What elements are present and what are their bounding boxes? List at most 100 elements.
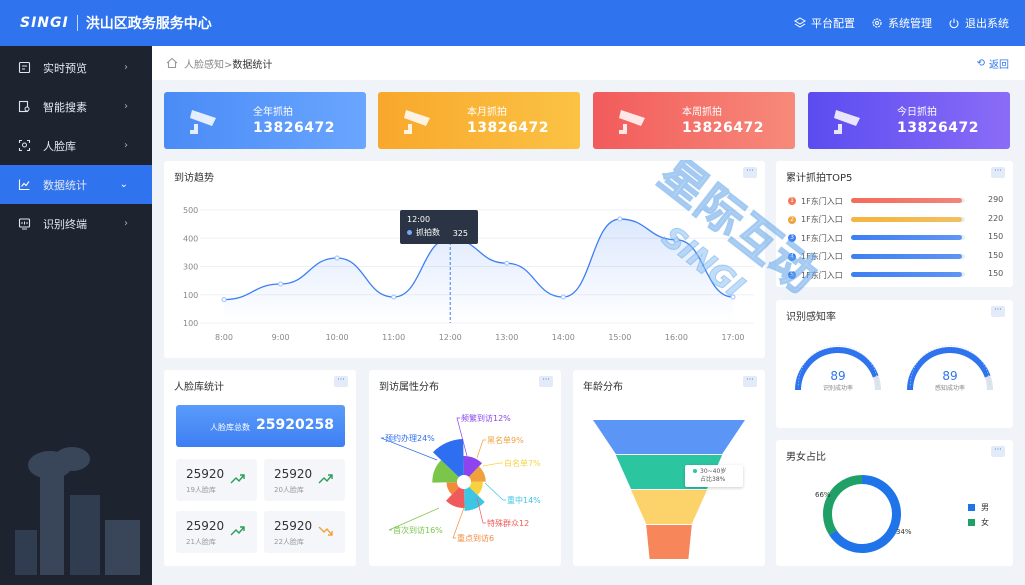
top5-row: 3 1F东门入口 150 (788, 232, 1008, 244)
funnel-segment[interactable] (593, 420, 745, 454)
data-point[interactable] (673, 237, 679, 243)
camera-icon (190, 110, 216, 134)
top5-row: 4 1F东门入口 150 (788, 251, 1008, 263)
top5-value: 290 (988, 195, 1004, 204)
data-point[interactable] (617, 216, 623, 222)
cell-value: 25920 (186, 519, 225, 533)
legend-swatch (968, 504, 975, 511)
sidebar: 实时预览 › 智能搜素 › 人脸库 › 数据统计 ⌄ 识别终端 › (0, 46, 152, 585)
bar-fill (851, 216, 962, 222)
y-tick-label: 400 (183, 234, 198, 243)
data-point[interactable] (278, 281, 284, 287)
logo-divider (76, 15, 78, 31)
cell-value: 25920 (274, 519, 313, 533)
city-skyline-illustration (15, 447, 140, 575)
stat-card-year: 全年抓拍 13826472 (164, 92, 366, 149)
camera-icon (404, 110, 430, 134)
funnel-segment[interactable] (646, 525, 692, 559)
data-point[interactable] (391, 294, 397, 300)
stat-card-week: 本周抓拍 13826472 (593, 92, 795, 149)
platform-config-button[interactable]: 平台配置 (794, 15, 855, 31)
more-options-button[interactable]: ··· (991, 167, 1005, 178)
top5-label: 1F东门入口 (801, 233, 843, 243)
top5-value: 220 (988, 213, 1004, 223)
sidebar-item-terminal[interactable]: 识别终端 › (0, 204, 152, 243)
sidebar-item-statistics[interactable]: 数据统计 ⌄ (0, 165, 152, 204)
legend-female: 女 (968, 517, 989, 528)
data-point[interactable] (730, 294, 736, 300)
stat-value: 13826472 (467, 120, 549, 136)
bar-track (851, 198, 965, 203)
data-point[interactable] (504, 260, 510, 266)
legend-label: 女 (981, 518, 989, 527)
trend-up-icon (230, 526, 245, 536)
cell-value: 25920 (274, 467, 313, 481)
top5-row: 1 1F东门入口 290 (788, 195, 1008, 207)
logout-button[interactable]: 退出系统 (948, 15, 1009, 31)
tooltip-value: 325 (452, 229, 468, 238)
system-manage-button[interactable]: 系统管理 (871, 15, 932, 31)
x-tick-label: 13:00 (495, 333, 518, 342)
stat-value: 13826472 (897, 120, 979, 136)
bar-fill (851, 253, 962, 259)
label-leader-line (484, 482, 506, 501)
data-point[interactable] (334, 255, 340, 261)
funnel-segment[interactable] (631, 490, 707, 524)
legend-male: 男 (968, 502, 989, 513)
data-point[interactable] (560, 294, 566, 300)
top-actions: 平台配置 系统管理 退出系统 (794, 0, 1009, 46)
breadcrumb-current: 数据统计 (232, 59, 273, 71)
home-icon[interactable] (166, 57, 178, 69)
face-library-cell[interactable]: 25920 22人脸库 (264, 511, 345, 553)
brand-logo: SINGI (20, 15, 69, 31)
more-options-button[interactable]: ··· (334, 376, 348, 387)
male-percent-label: 66% (815, 491, 831, 499)
camera-icon (619, 110, 645, 134)
app-title: 洪山区政务服务中心 (85, 16, 212, 32)
top5-label: 1F东门入口 (801, 196, 843, 206)
top5-value: 150 (988, 232, 1004, 241)
trend-down-icon (318, 526, 333, 536)
rank-badge: 1 (788, 197, 796, 205)
chevron-right-icon: › (124, 101, 128, 112)
recognition-gauges: 89识别成功率89感知成功率 (795, 345, 993, 392)
donut-slice[interactable] (823, 475, 862, 535)
rank-badge: 2 (788, 215, 796, 224)
funnel-tooltip: 30~40岁 占比38% (685, 465, 743, 487)
sidebar-item-preview[interactable]: 实时预览 › (0, 48, 152, 87)
rank-badge: 3 (788, 234, 796, 242)
stat-label: 今日抓拍 (897, 107, 937, 118)
face-total-card: 人脸库总数 25920258 (176, 405, 345, 447)
cell-label: 19人脸库 (186, 486, 216, 494)
sidebar-item-search[interactable]: 智能搜素 › (0, 87, 152, 126)
bar-track (851, 216, 965, 222)
x-tick-label: 8:00 (215, 333, 233, 342)
tooltip-age-value: 占比38% (700, 476, 726, 483)
gear-icon (872, 18, 882, 28)
attributes-rose-chart: 频繁到访12% 黑名单9% 白名单7% 重中14% 特殊群众12 重点到访6 首次到访16%… (380, 413, 541, 543)
x-tick-label: 9:00 (272, 333, 290, 342)
sidebar-item-face-library[interactable]: 人脸库 › (0, 126, 152, 165)
face-library-cell[interactable]: 25920 19人脸库 (176, 459, 257, 501)
panel-title: 累计抓拍TOP5 (786, 173, 853, 184)
stat-label: 全年抓拍 (253, 107, 293, 118)
back-button[interactable]: ⟲ 返回 (977, 46, 1009, 80)
y-tick-label: 500 (183, 206, 198, 215)
chevron-right-icon: › (124, 62, 128, 73)
stat-card-month: 本月抓拍 13826472 (378, 92, 580, 149)
stat-label: 本周抓拍 (682, 107, 722, 118)
face-library-cell[interactable]: 25920 21人脸库 (176, 511, 257, 553)
breadcrumb-parent[interactable]: 人脸感知> (184, 56, 232, 71)
top5-label: 1F东门入口 (801, 252, 843, 261)
sidebar-item-label: 实时预览 (43, 61, 87, 75)
panel-title: 人脸库统计 (174, 382, 224, 393)
x-tick-label: 15:00 (608, 333, 631, 342)
rank-badge: 4 (788, 252, 796, 261)
data-point[interactable] (221, 297, 227, 303)
face-library-cell[interactable]: 25920 20人脸库 (264, 459, 345, 501)
gauge-label: 感知成功率 (935, 384, 965, 392)
layers-icon (794, 17, 806, 28)
chevron-right-icon: › (124, 140, 128, 151)
sidebar-item-label: 智能搜素 (43, 100, 87, 114)
label-leader-line (476, 439, 486, 459)
